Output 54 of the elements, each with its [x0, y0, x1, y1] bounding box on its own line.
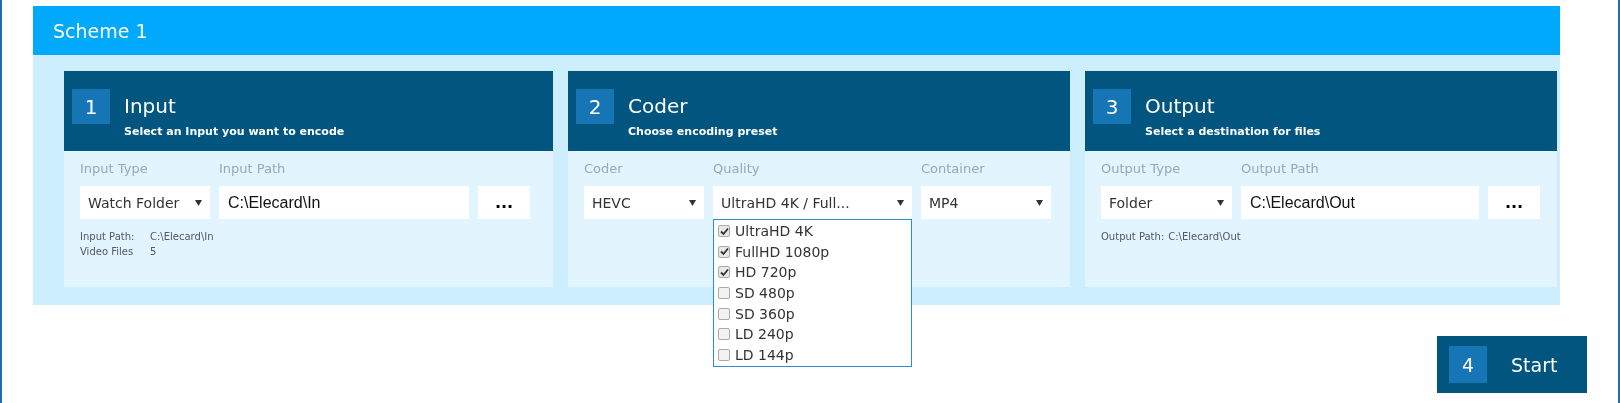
path-input[interactable]: C:\Elecard\In	[219, 186, 469, 219]
dropdown[interactable]: UltraHD 4K / Full...	[713, 186, 912, 219]
caret-icon	[1217, 199, 1224, 206]
step-number: 3	[1093, 89, 1131, 124]
start-button[interactable]: 4 Start	[1437, 336, 1587, 393]
scheme-title: Scheme 1	[53, 19, 148, 42]
info-label: Video Files	[80, 245, 135, 259]
caret-icon	[897, 199, 904, 206]
path-input[interactable]: C:\Elecard\Out	[1241, 186, 1479, 219]
step-title: Output	[1145, 93, 1216, 120]
checkbox[interactable]	[718, 287, 730, 300]
field-label: Container	[921, 161, 986, 178]
option-label[interactable]: LD 240p	[735, 326, 794, 343]
option-label[interactable]: SD 360p	[735, 305, 795, 322]
step-subtitle: Choose encoding preset	[628, 125, 778, 138]
caret-icon	[195, 199, 202, 206]
step-number: 4	[1449, 346, 1487, 383]
step-subtitle: Select an Input you want to encode	[124, 125, 345, 138]
field-label: Coder	[584, 161, 624, 178]
checkbox[interactable]	[718, 266, 730, 279]
step-title: Input	[124, 93, 177, 120]
info-label: Input Path:	[80, 230, 136, 244]
checkbox[interactable]	[718, 245, 730, 258]
checkbox[interactable]	[718, 328, 730, 341]
checkbox[interactable]	[718, 307, 730, 320]
start-label: Start	[1511, 353, 1558, 376]
dropdown[interactable]: Watch Folder	[80, 186, 210, 219]
caret-icon	[689, 199, 696, 206]
field-label: Output Path	[1241, 161, 1320, 178]
step-number: 1	[72, 89, 110, 124]
step-title: Coder	[628, 93, 689, 120]
dropdown[interactable]: Folder	[1101, 186, 1232, 219]
dropdown[interactable]: MP4	[921, 186, 1051, 219]
field-label: Input Path	[219, 161, 287, 178]
checkbox[interactable]	[718, 225, 730, 238]
step-subtitle: Select a destination for files	[1145, 125, 1321, 138]
field-label: Quality	[713, 161, 761, 178]
step-number: 2	[576, 89, 614, 124]
option-label[interactable]: UltraHD 4K	[735, 223, 813, 240]
info-value: C:\Elecard\In	[150, 230, 214, 244]
field-label: Input Type	[80, 161, 149, 178]
browse-button[interactable]: ...	[1488, 186, 1540, 219]
dropdown[interactable]: HEVC	[584, 186, 704, 219]
option-label[interactable]: LD 144p	[735, 346, 794, 363]
field-label: Output Type	[1101, 161, 1182, 178]
info-value: 5	[150, 245, 157, 259]
checkbox[interactable]	[718, 348, 730, 361]
option-label[interactable]: SD 480p	[735, 285, 795, 302]
info-value: C:\Elecard\Out	[1168, 230, 1241, 244]
option-label[interactable]: FullHD 1080p	[735, 243, 830, 260]
caret-icon	[1036, 199, 1043, 206]
info-label: Output Path:	[1101, 230, 1165, 244]
option-label[interactable]: HD 720p	[735, 264, 797, 281]
browse-button[interactable]: ...	[478, 186, 530, 219]
